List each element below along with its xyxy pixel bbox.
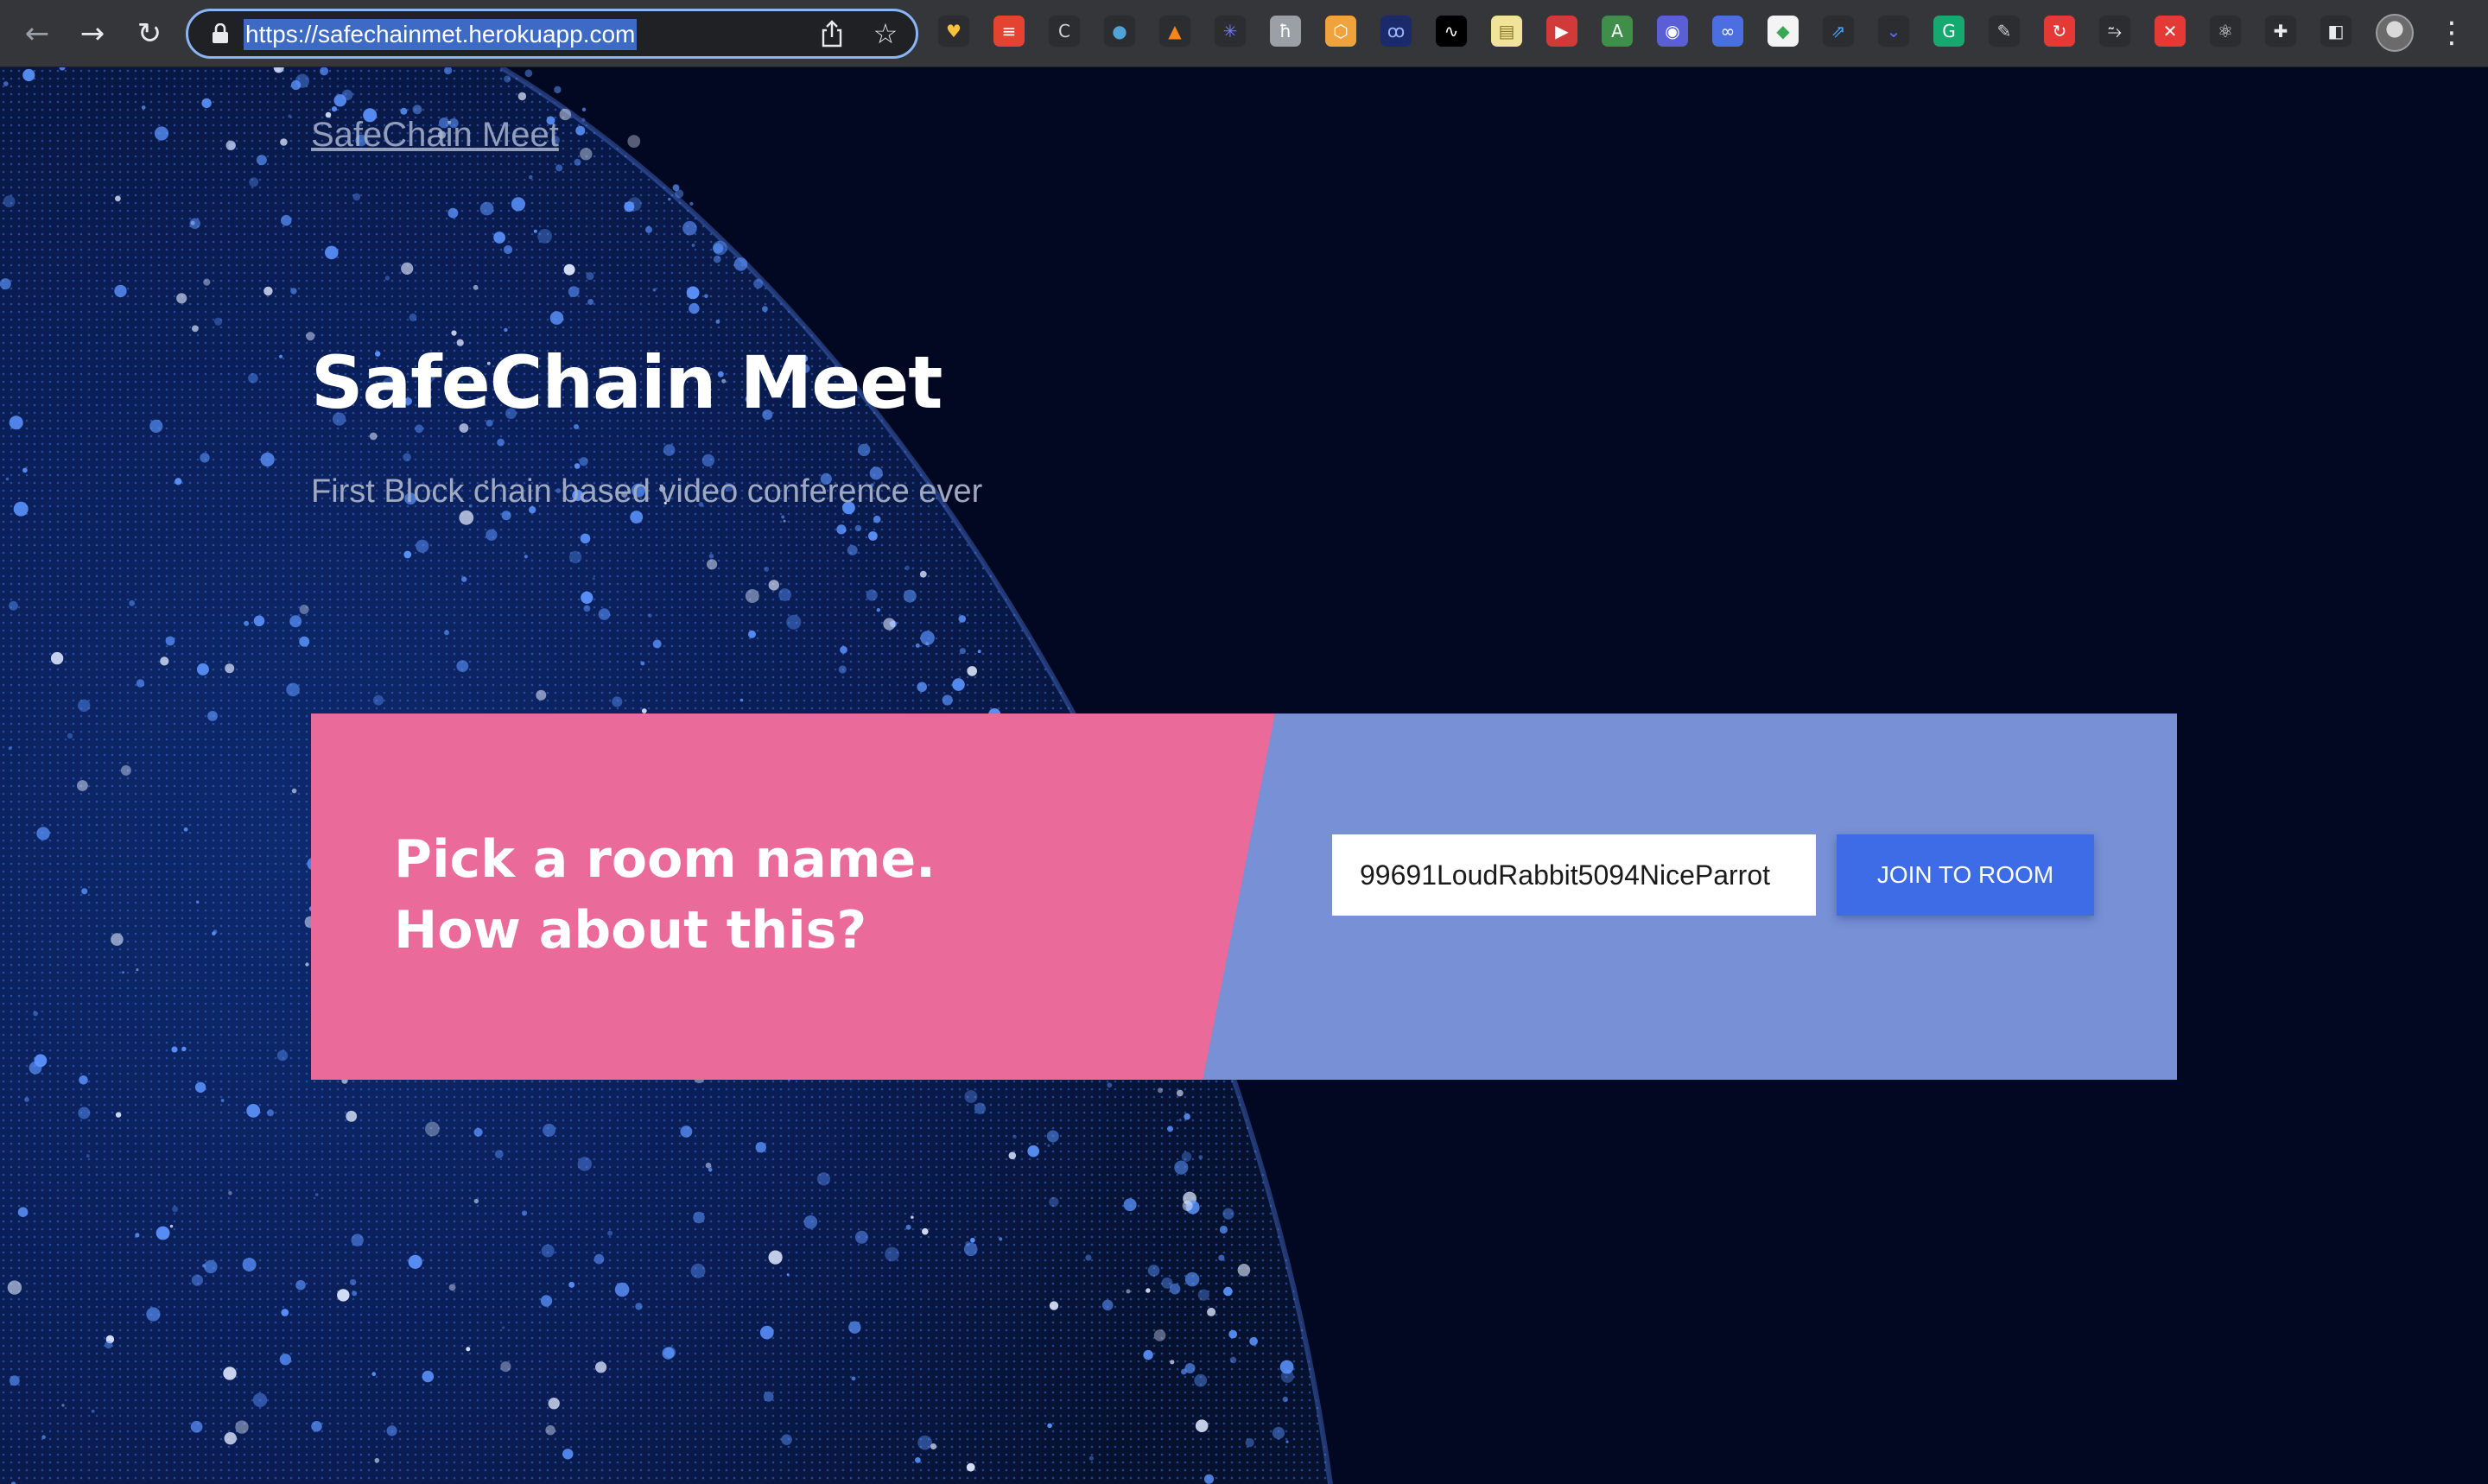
- url-text[interactable]: https://safechainmet.herokuapp.com: [244, 19, 638, 50]
- sync-extension-icon[interactable]: ↻: [2044, 16, 2075, 47]
- room-name-input[interactable]: [1332, 834, 1816, 916]
- infinity-extension-icon[interactable]: ∞: [1712, 16, 1743, 47]
- translate-extension-icon[interactable]: A: [1602, 16, 1633, 47]
- pen-extension-icon[interactable]: ✎: [1989, 16, 2020, 47]
- join-room-button[interactable]: JOIN TO ROOM: [1837, 834, 2094, 916]
- puzzle-extensions-icon[interactable]: ✚: [2265, 16, 2296, 47]
- forward-arrow-icon[interactable]: →: [71, 12, 114, 55]
- profile-avatar[interactable]: [2376, 14, 2414, 52]
- grammarly-extension-icon[interactable]: G: [1933, 16, 1964, 47]
- eye-extension-icon[interactable]: ◉: [1657, 16, 1688, 47]
- reload-icon[interactable]: ↻: [128, 12, 171, 55]
- page-subtitle: First Block chain based video conference…: [311, 473, 983, 510]
- room-prompt-line-2: How about this?: [394, 900, 867, 961]
- oo-extension-icon[interactable]: ꝏ: [1380, 16, 1412, 47]
- link-extension-icon[interactable]: ⥲: [2099, 16, 2130, 47]
- wave-extension-icon[interactable]: ∿: [1436, 16, 1467, 47]
- todoist-extension-icon[interactable]: ≡: [993, 16, 1025, 47]
- browser-menu-icon[interactable]: ⋮: [2436, 14, 2467, 52]
- browser-toolbar: ← → ↻ https://safechainmet.herokuapp.com…: [0, 0, 2488, 67]
- room-prompt-line-1: Pick a room name.: [394, 829, 936, 890]
- globe-extension-icon[interactable]: ●: [1104, 16, 1135, 47]
- lock-icon[interactable]: [211, 23, 230, 44]
- metamask-fox-icon[interactable]: ▲: [1159, 16, 1190, 47]
- close-extension-icon[interactable]: ✕: [2155, 16, 2186, 47]
- chart-extension-icon[interactable]: ⇗: [1823, 16, 1854, 47]
- notes-extension-icon[interactable]: ▤: [1491, 16, 1522, 47]
- c-extension-icon[interactable]: C: [1049, 16, 1080, 47]
- room-prompt-panel: [311, 713, 1275, 1080]
- web-page: SafeChain Meet SafeChain Meet First Bloc…: [0, 67, 2488, 1484]
- chevrons-extension-icon[interactable]: ⌄: [1878, 16, 1909, 47]
- page-title: SafeChain Meet: [311, 340, 943, 425]
- bookmark-star-icon[interactable]: ☆: [871, 19, 900, 48]
- react-extension-icon[interactable]: ⚛: [2210, 16, 2241, 47]
- hexagon-extension-icon[interactable]: ⬡: [1325, 16, 1356, 47]
- address-bar[interactable]: https://safechainmet.herokuapp.com ☆: [186, 9, 918, 59]
- back-arrow-icon[interactable]: ←: [16, 12, 59, 55]
- extensions-toolbar: ♥ ≡ C ● ▲ ✳ ħ ⬡ ꝏ ∿ ▤ ▶ A ◉ ∞ ◆ ⇗ ⌄ G ✎ ↻ ⥲ ✕ ⚛ ✚ ◧: [938, 16, 2376, 52]
- side-panel-icon[interactable]: ◧: [2320, 16, 2352, 47]
- snowflake-extension-icon[interactable]: ✳: [1215, 16, 1246, 47]
- heart-extension-icon[interactable]: ♥: [938, 16, 969, 47]
- brand-home-link[interactable]: SafeChain Meet: [311, 116, 559, 155]
- room-picker-card: Pick a room name. How about this? JOIN T…: [311, 713, 2177, 1080]
- share-icon[interactable]: [819, 20, 845, 48]
- h-extension-icon[interactable]: ħ: [1270, 16, 1301, 47]
- play-extension-icon[interactable]: ▶: [1546, 16, 1577, 47]
- diamond-extension-icon[interactable]: ◆: [1768, 16, 1799, 47]
